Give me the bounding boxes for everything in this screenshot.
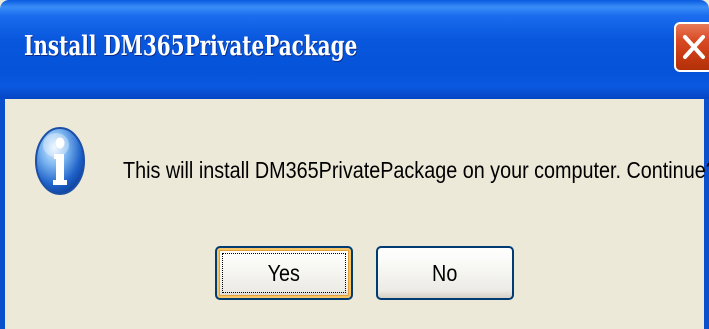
yes-button-label: Yes (267, 259, 301, 286)
close-button[interactable] (674, 22, 709, 72)
window-frame-left (0, 99, 5, 329)
install-dialog: Install DM365PrivatePackage This will in… (0, 0, 709, 329)
window-title: Install DM365PrivatePackage (24, 31, 358, 62)
window-frame-right (704, 99, 709, 329)
title-bar[interactable]: Install DM365PrivatePackage (0, 0, 709, 99)
confirmation-message: This will install DM365PrivatePackage on… (123, 157, 709, 183)
no-button-label: No (432, 259, 458, 286)
information-icon (35, 127, 85, 195)
no-button[interactable]: No (376, 246, 514, 300)
close-x-icon (683, 35, 705, 59)
yes-button[interactable]: Yes (215, 246, 353, 300)
